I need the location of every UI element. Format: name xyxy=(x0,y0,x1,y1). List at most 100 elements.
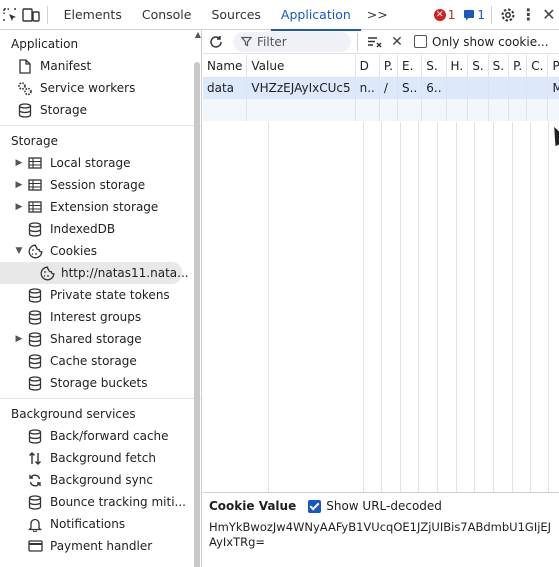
tab-console[interactable]: Console xyxy=(132,0,202,30)
expand-arrow-icon[interactable]: ▶ xyxy=(12,158,26,168)
sidebar-item-interest-groups[interactable]: Interest groups xyxy=(0,306,201,328)
only-show-cookies-checkbox[interactable]: Only show cookie... xyxy=(414,35,549,49)
sidebar-item-label: Interest groups xyxy=(50,310,142,324)
sidebar-item-indexeddb[interactable]: IndexedDB xyxy=(0,218,201,240)
column-header[interactable]: S. xyxy=(421,55,447,78)
devtools-toolbar: Elements Console Sources Application >> … xyxy=(0,0,559,31)
sidebar-item-label: Service workers xyxy=(40,81,136,95)
sidebar-item-cache-storage[interactable]: Cache storage xyxy=(0,350,201,372)
messages-count: 1 xyxy=(477,7,485,22)
message-icon xyxy=(464,9,475,20)
column-header[interactable]: S. xyxy=(488,55,510,78)
sidebar-item-payment-handler[interactable]: Payment handler xyxy=(0,535,201,557)
sidebar-item-label: Storage buckets xyxy=(50,376,148,390)
column-header[interactable]: E. xyxy=(397,55,423,78)
section-storage-title: Storage xyxy=(11,134,58,148)
more-options-icon[interactable]: ⋮ xyxy=(518,0,538,30)
sidebar-item-shared-storage[interactable]: ▶ Shared storage xyxy=(0,328,201,350)
database-icon xyxy=(26,494,44,510)
sidebar-item-background-fetch[interactable]: Background fetch xyxy=(0,447,201,469)
sidebar-item-back-forward-cache[interactable]: Back/forward cache xyxy=(0,425,201,447)
errors-badge[interactable]: ✕ 1 xyxy=(433,8,455,22)
sidebar-item-cookies[interactable]: ▼ Cookies xyxy=(0,240,201,262)
column-header[interactable]: P. xyxy=(547,55,559,78)
filter-placeholder: Filter xyxy=(257,34,287,49)
column-header[interactable]: C. xyxy=(526,55,549,78)
column-header[interactable]: Name xyxy=(203,55,248,78)
sidebar-item-service-workers[interactable]: Service workers xyxy=(0,77,201,99)
collapse-arrow-icon[interactable]: ▼ xyxy=(12,246,26,256)
checkbox-box[interactable] xyxy=(414,35,427,48)
sidebar-item-label: Back/forward cache xyxy=(50,429,169,443)
table-row[interactable]: data VHZzEJAyIxCUc5 n.. / S.. 6.. M. xyxy=(203,77,559,99)
table-cell xyxy=(467,77,489,99)
sidebar-divider xyxy=(0,125,201,126)
filter-funnel-icon xyxy=(241,36,252,47)
error-icon: ✕ xyxy=(433,8,446,21)
table-cell: 6.. xyxy=(421,77,447,99)
column-header[interactable]: D xyxy=(355,55,380,78)
expand-arrow-icon[interactable]: ▶ xyxy=(12,202,26,212)
sidebar-item-notifications[interactable]: Notifications xyxy=(0,513,201,535)
filter-input[interactable]: Filter xyxy=(233,31,351,52)
sidebar-item-cookie-origin[interactable]: http://natas11.nata... xyxy=(0,262,189,284)
sidebar-scrollbar[interactable] xyxy=(194,62,200,567)
inspect-element-icon[interactable] xyxy=(0,0,20,30)
sidebar-item-manifest[interactable]: Manifest xyxy=(0,55,201,77)
database-icon xyxy=(26,309,44,325)
sidebar-item-label: Payment handler xyxy=(50,539,153,553)
only-show-label: Only show cookie... xyxy=(432,34,549,49)
column-header[interactable]: H. xyxy=(446,55,469,78)
sidebar-item-label: Local storage xyxy=(50,156,131,170)
tab-elements[interactable]: Elements xyxy=(54,0,132,30)
column-header[interactable]: S. xyxy=(467,55,489,78)
sidebar-item-local-storage[interactable]: ▶ Local storage xyxy=(0,152,201,174)
database-icon xyxy=(16,102,34,118)
database-icon xyxy=(26,375,44,391)
scroll-up-arrow-icon[interactable]: ▲ xyxy=(195,30,201,39)
table-cell: n.. xyxy=(355,77,380,99)
sidebar-item-label: Background fetch xyxy=(50,451,156,465)
expand-arrow-icon[interactable]: ▶ xyxy=(12,334,26,344)
clear-all-icon[interactable] xyxy=(364,30,386,54)
toolbar-divider xyxy=(46,5,48,24)
sidebar-item-storage-buckets[interactable]: Storage buckets xyxy=(0,372,201,394)
sidebar-item-private-state-tokens[interactable]: Private state tokens xyxy=(0,284,201,306)
settings-gear-icon[interactable] xyxy=(498,0,518,30)
column-header[interactable]: P. xyxy=(508,55,528,78)
refresh-icon[interactable] xyxy=(203,30,229,54)
cookie-value-panel: Cookie Value Show URL-decoded HmYkBwozJw… xyxy=(203,492,559,567)
sidebar-item-label: Cache storage xyxy=(50,354,137,368)
sidebar-item-bounce-tracking[interactable]: Bounce tracking miti... xyxy=(0,491,201,513)
cookie-value-text[interactable]: HmYkBwozJw4WNyAAFyB1VUcqOE1JZjUIBis7ABdm… xyxy=(209,520,555,550)
tab-application[interactable]: Application xyxy=(270,0,361,31)
sidebar-item-storage[interactable]: Storage xyxy=(0,99,201,121)
database-icon xyxy=(26,428,44,444)
sidebar-item-session-storage[interactable]: ▶ Session storage xyxy=(0,174,201,196)
expand-arrow-icon[interactable]: ▶ xyxy=(12,180,26,190)
messages-badge[interactable]: 1 xyxy=(463,8,485,22)
more-tabs-button[interactable]: >> xyxy=(361,0,394,30)
tab-sources[interactable]: Sources xyxy=(201,0,270,30)
column-header[interactable]: Value xyxy=(246,55,356,78)
cookie-value-title: Cookie Value xyxy=(209,499,297,513)
table-row-empty xyxy=(203,99,559,121)
sidebar-item-background-sync[interactable]: Background sync xyxy=(0,469,201,491)
toolbar-divider xyxy=(357,32,358,51)
column-header[interactable]: P. xyxy=(379,55,399,78)
database-icon xyxy=(26,221,44,237)
close-devtools-icon[interactable]: ✕ xyxy=(539,0,559,30)
database-icon xyxy=(26,287,44,303)
cookie-icon xyxy=(40,265,55,281)
table-cell xyxy=(526,77,549,99)
show-url-decoded-checkbox[interactable] xyxy=(308,499,322,513)
section-application-title: Application xyxy=(11,37,79,51)
bell-icon xyxy=(26,516,44,532)
sidebar-item-label: Private state tokens xyxy=(50,288,170,302)
cookie-icon xyxy=(26,243,44,259)
sidebar-item-extension-storage[interactable]: ▶ Extension storage xyxy=(0,196,201,218)
delete-selected-icon[interactable]: ✕ xyxy=(386,30,408,54)
sidebar-item-label: Bounce tracking miti... xyxy=(50,495,186,509)
table-cell: M. xyxy=(547,77,559,99)
device-toolbar-icon[interactable] xyxy=(20,0,40,30)
